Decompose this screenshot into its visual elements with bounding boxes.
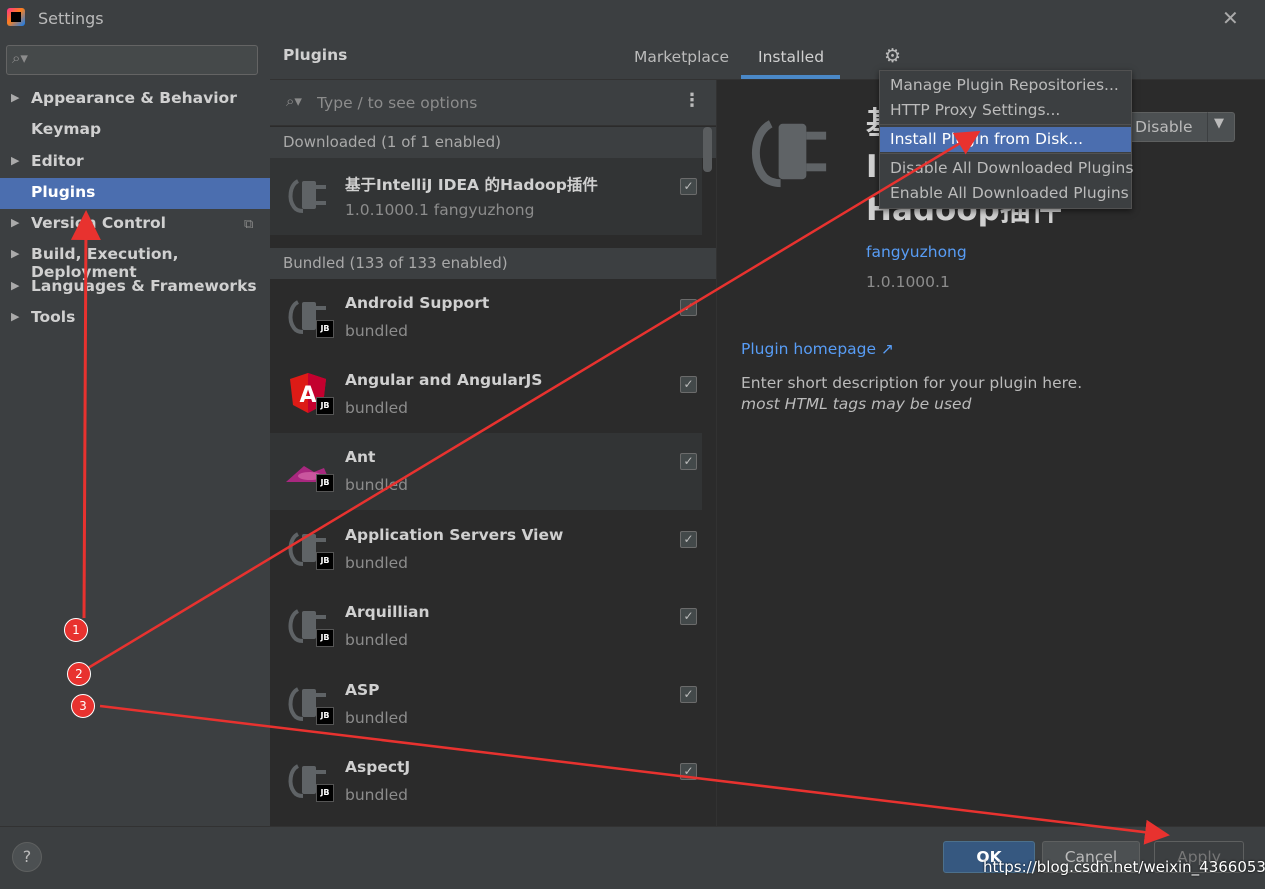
arrow-to-apply: [99, 704, 1170, 845]
arrow-to-plugins: [70, 210, 101, 619]
annotation-badge-2: 2: [67, 662, 91, 686]
annotation-badge-3: 3: [71, 694, 95, 718]
annotation-badge-1: 1: [64, 618, 88, 642]
arrow-to-install-from-disk: [87, 130, 981, 670]
annotation-arrows: [70, 130, 1170, 845]
